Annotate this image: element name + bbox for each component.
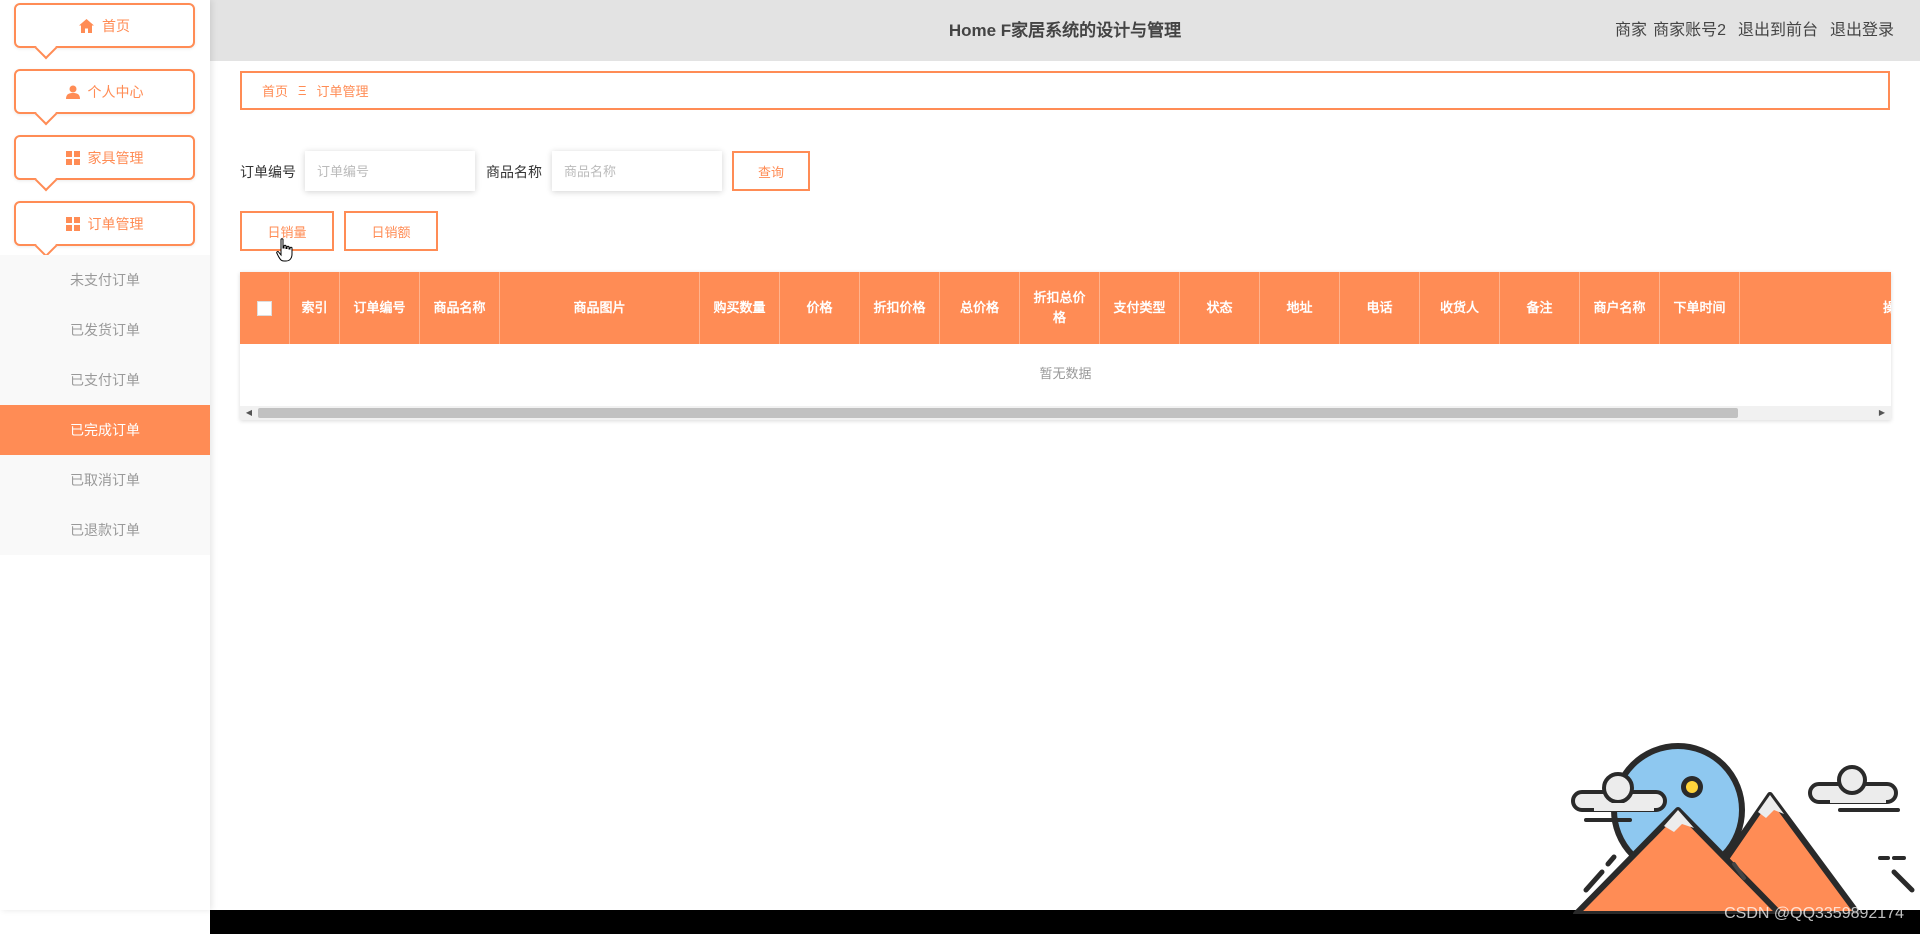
breadcrumb: 首页 Ξ 订单管理	[240, 71, 1890, 110]
breadcrumb-home[interactable]: 首页	[262, 81, 288, 100]
menu-profile-button[interactable]: 个人中心	[14, 69, 195, 114]
menu-furniture-button[interactable]: 家具管理	[14, 135, 195, 180]
column-header: 折扣价格	[860, 272, 940, 344]
top-header: Home F家居系统的设计与管理 商家 商家账号2 退出到前台 退出登录	[210, 0, 1920, 61]
column-header: 下单时间	[1660, 272, 1740, 344]
column-header: 支付类型	[1100, 272, 1180, 344]
menu-furniture-label: 家具管理	[87, 149, 144, 166]
menu-orders-button[interactable]: 订单管理	[14, 201, 195, 246]
csdn-watermark: CSDN @QQ3359892174	[1724, 905, 1904, 922]
menu-home-button[interactable]: 首页	[14, 3, 195, 48]
select-all-checkbox[interactable]	[257, 300, 272, 316]
column-header: 商品名称	[420, 272, 500, 344]
sidebar: 首页 个人中心 家具管理 订单管理 未支付订单 已发货订单 已支付订单 已完成订…	[0, 0, 210, 910]
orders-table: 索引 订单编号 商品名称 商品图片 购买数量 价格 折扣价格 总价格 折扣总价格…	[240, 272, 1891, 420]
hand-cursor-icon	[276, 238, 294, 265]
horizontal-scrollbar[interactable]: ◀ ▶	[240, 406, 1891, 420]
column-header: 备注	[1500, 272, 1580, 344]
scrollbar-thumb[interactable]	[258, 408, 1738, 418]
scroll-left-arrow-icon[interactable]: ◀	[242, 406, 256, 420]
breadcrumb-separator: Ξ	[298, 83, 307, 98]
menu-profile-label: 个人中心	[87, 83, 144, 100]
breadcrumb-current: 订单管理	[316, 84, 369, 99]
menu-home-label: 首页	[102, 17, 130, 34]
column-header: 电话	[1340, 272, 1420, 344]
select-all-header[interactable]	[240, 272, 290, 344]
product-name-input[interactable]	[552, 151, 722, 191]
submenu-completed-orders[interactable]: 已完成订单	[0, 405, 210, 455]
scroll-right-arrow-icon[interactable]: ▶	[1875, 406, 1889, 420]
submenu-unpaid-orders[interactable]: 未支付订单	[0, 255, 210, 305]
orders-submenu: 未支付订单 已发货订单 已支付订单 已完成订单 已取消订单 已退款订单	[0, 255, 210, 555]
column-header: 总价格	[940, 272, 1020, 344]
daily-sales-amount-button[interactable]: 日销额	[344, 211, 438, 251]
column-header: 商户名称	[1580, 272, 1660, 344]
column-header: 地址	[1260, 272, 1340, 344]
grid-icon	[65, 216, 80, 231]
submenu-shipped-orders[interactable]: 已发货订单	[0, 305, 210, 355]
column-header: 购买数量	[700, 272, 780, 344]
mountain-sun-illustration	[1568, 740, 1920, 917]
user-icon	[65, 85, 80, 99]
header-user-area: 商家 商家账号2 退出到前台 退出登录	[1615, 0, 1894, 61]
column-header: 订单编号	[340, 272, 420, 344]
query-button[interactable]: 查询	[732, 151, 810, 191]
submenu-paid-orders[interactable]: 已支付订单	[0, 355, 210, 405]
menu-orders-label: 订单管理	[87, 215, 144, 232]
column-header: 索引	[290, 272, 340, 344]
table-empty-message: 暂无数据	[1039, 366, 1092, 381]
order-no-label: 订单编号	[240, 164, 296, 180]
home-icon	[79, 18, 94, 33]
exit-to-frontend-link[interactable]: 退出到前台	[1738, 0, 1818, 61]
submenu-refunded-orders[interactable]: 已退款订单	[0, 505, 210, 555]
column-header: 折扣总价格	[1020, 272, 1100, 344]
column-header: 商品图片	[500, 272, 700, 344]
column-header: 价格	[780, 272, 860, 344]
submenu-cancelled-orders[interactable]: 已取消订单	[0, 455, 210, 505]
column-header: 收货人	[1420, 272, 1500, 344]
table-header-row: 索引 订单编号 商品名称 商品图片 购买数量 价格 折扣价格 总价格 折扣总价格…	[240, 272, 1891, 344]
product-name-label: 商品名称	[486, 164, 542, 180]
user-role: 商家	[1615, 22, 1648, 39]
order-no-input[interactable]	[305, 151, 475, 191]
column-header: 状态	[1180, 272, 1260, 344]
user-account: 商家账号2	[1653, 22, 1726, 39]
column-header: 操	[1882, 300, 1891, 315]
grid-icon	[65, 150, 80, 165]
logout-link[interactable]: 退出登录	[1830, 0, 1894, 61]
